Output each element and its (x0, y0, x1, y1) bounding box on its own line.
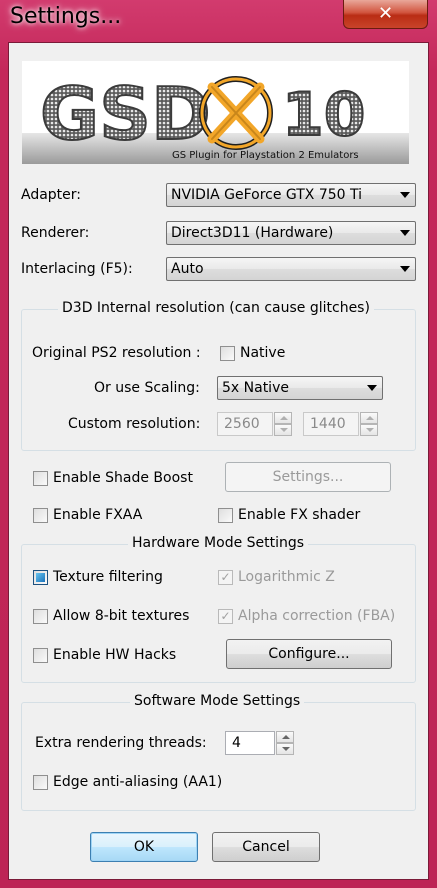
allow-8bit-label: Allow 8-bit textures (53, 608, 190, 624)
spin-up-icon[interactable] (360, 412, 378, 424)
spin-down-icon[interactable] (360, 424, 378, 436)
interlacing-label: Interlacing (F5): (21, 261, 133, 277)
interlacing-select[interactable]: Auto (166, 257, 416, 281)
custom-height-spinner[interactable] (360, 412, 378, 436)
allow-8bit-checkbox[interactable] (33, 609, 48, 624)
shade-boost-settings-button[interactable]: Settings... (225, 462, 391, 492)
adapter-select[interactable]: NVIDIA GeForce GTX 750 Ti (166, 183, 416, 207)
spin-down-icon[interactable] (276, 743, 294, 755)
logarithmic-z-checkbox[interactable]: ✓ (218, 570, 233, 585)
chevron-down-icon (367, 385, 377, 391)
scaling-value: 5x Native (222, 380, 289, 396)
resolution-group-title: D3D Internal resolution (can cause glitc… (58, 300, 374, 316)
fxaa-checkbox[interactable] (33, 508, 48, 523)
hardware-group: Hardware Mode Settings Texture filtering… (21, 535, 416, 683)
custom-resolution-label: Custom resolution: (68, 416, 201, 432)
threads-spinner[interactable] (276, 731, 294, 755)
native-label: Native (240, 345, 286, 361)
hw-hacks-label: Enable HW Hacks (53, 647, 177, 663)
logarithmic-z-label: Logarithmic Z (238, 569, 335, 585)
native-checkbox[interactable] (220, 346, 235, 361)
chevron-down-icon (400, 266, 410, 272)
close-icon: ✕ (377, 3, 394, 24)
chevron-down-icon (400, 230, 410, 236)
adapter-label: Adapter: (21, 187, 82, 203)
hardware-group-title: Hardware Mode Settings (128, 535, 309, 551)
edge-aa-checkbox[interactable] (33, 775, 48, 790)
scaling-label: Or use Scaling: (94, 380, 200, 396)
alpha-correction-checkbox[interactable]: ✓ (218, 609, 233, 624)
configure-button[interactable]: Configure... (226, 639, 392, 669)
threads-input[interactable]: 4 (225, 731, 275, 755)
edge-aa-label: Edge anti-aliasing (AA1) (53, 774, 223, 790)
hw-hacks-checkbox[interactable] (33, 648, 48, 663)
alpha-correction-label: Alpha correction (FBA) (238, 608, 396, 624)
resolution-group: D3D Internal resolution (can cause glitc… (21, 300, 416, 451)
spin-up-icon[interactable] (274, 412, 292, 424)
checkmark-icon: ✓ (220, 570, 231, 584)
custom-width-input[interactable]: 2560 (217, 412, 273, 436)
shade-boost-label: Enable Shade Boost (53, 470, 193, 486)
checkmark-icon: ✓ (220, 609, 231, 623)
renderer-label: Renderer: (21, 225, 90, 241)
gsdx-logo: GSD 10 GS Plugin for Playstation 2 Emula… (22, 61, 409, 164)
interlacing-value: Auto (171, 261, 204, 277)
spin-up-icon[interactable] (276, 731, 294, 743)
renderer-select[interactable]: Direct3D11 (Hardware) (166, 221, 416, 245)
fxaa-label: Enable FXAA (53, 507, 143, 523)
logo-gsd-text: GSD (40, 72, 211, 156)
renderer-value: Direct3D11 (Hardware) (171, 225, 334, 241)
adapter-value: NVIDIA GeForce GTX 750 Ti (171, 187, 363, 203)
custom-height-input[interactable]: 1440 (303, 412, 359, 436)
logo-version-text: 10 (282, 80, 366, 150)
logo-subtitle: GS Plugin for Playstation 2 Emulators (172, 150, 359, 161)
close-button[interactable]: ✕ (343, 0, 428, 29)
texture-filtering-checkbox[interactable] (33, 570, 48, 585)
shade-boost-checkbox[interactable] (33, 471, 48, 486)
custom-width-spinner[interactable] (274, 412, 292, 436)
dialog-body: GSD 10 GS Plugin for Playstation 2 Emula… (8, 42, 429, 880)
fx-shader-label: Enable FX shader (238, 507, 361, 523)
software-group-title: Software Mode Settings (130, 693, 305, 709)
fx-shader-checkbox[interactable] (218, 508, 233, 523)
title-bar[interactable]: Settings... ✕ (0, 0, 437, 42)
original-resolution-label: Original PS2 resolution : (32, 345, 201, 361)
ok-button[interactable]: OK (90, 832, 198, 862)
chevron-down-icon (400, 192, 410, 198)
scaling-select[interactable]: 5x Native (217, 376, 383, 400)
logo-graphic: GSD 10 GS Plugin for Playstation 2 Emula… (22, 61, 409, 164)
spin-down-icon[interactable] (274, 424, 292, 436)
cancel-button[interactable]: Cancel (212, 832, 320, 862)
software-group: Software Mode Settings Extra rendering t… (21, 693, 416, 811)
texture-filtering-label: Texture filtering (53, 569, 163, 585)
threads-label: Extra rendering threads: (35, 735, 207, 751)
window-title: Settings... (10, 4, 122, 29)
